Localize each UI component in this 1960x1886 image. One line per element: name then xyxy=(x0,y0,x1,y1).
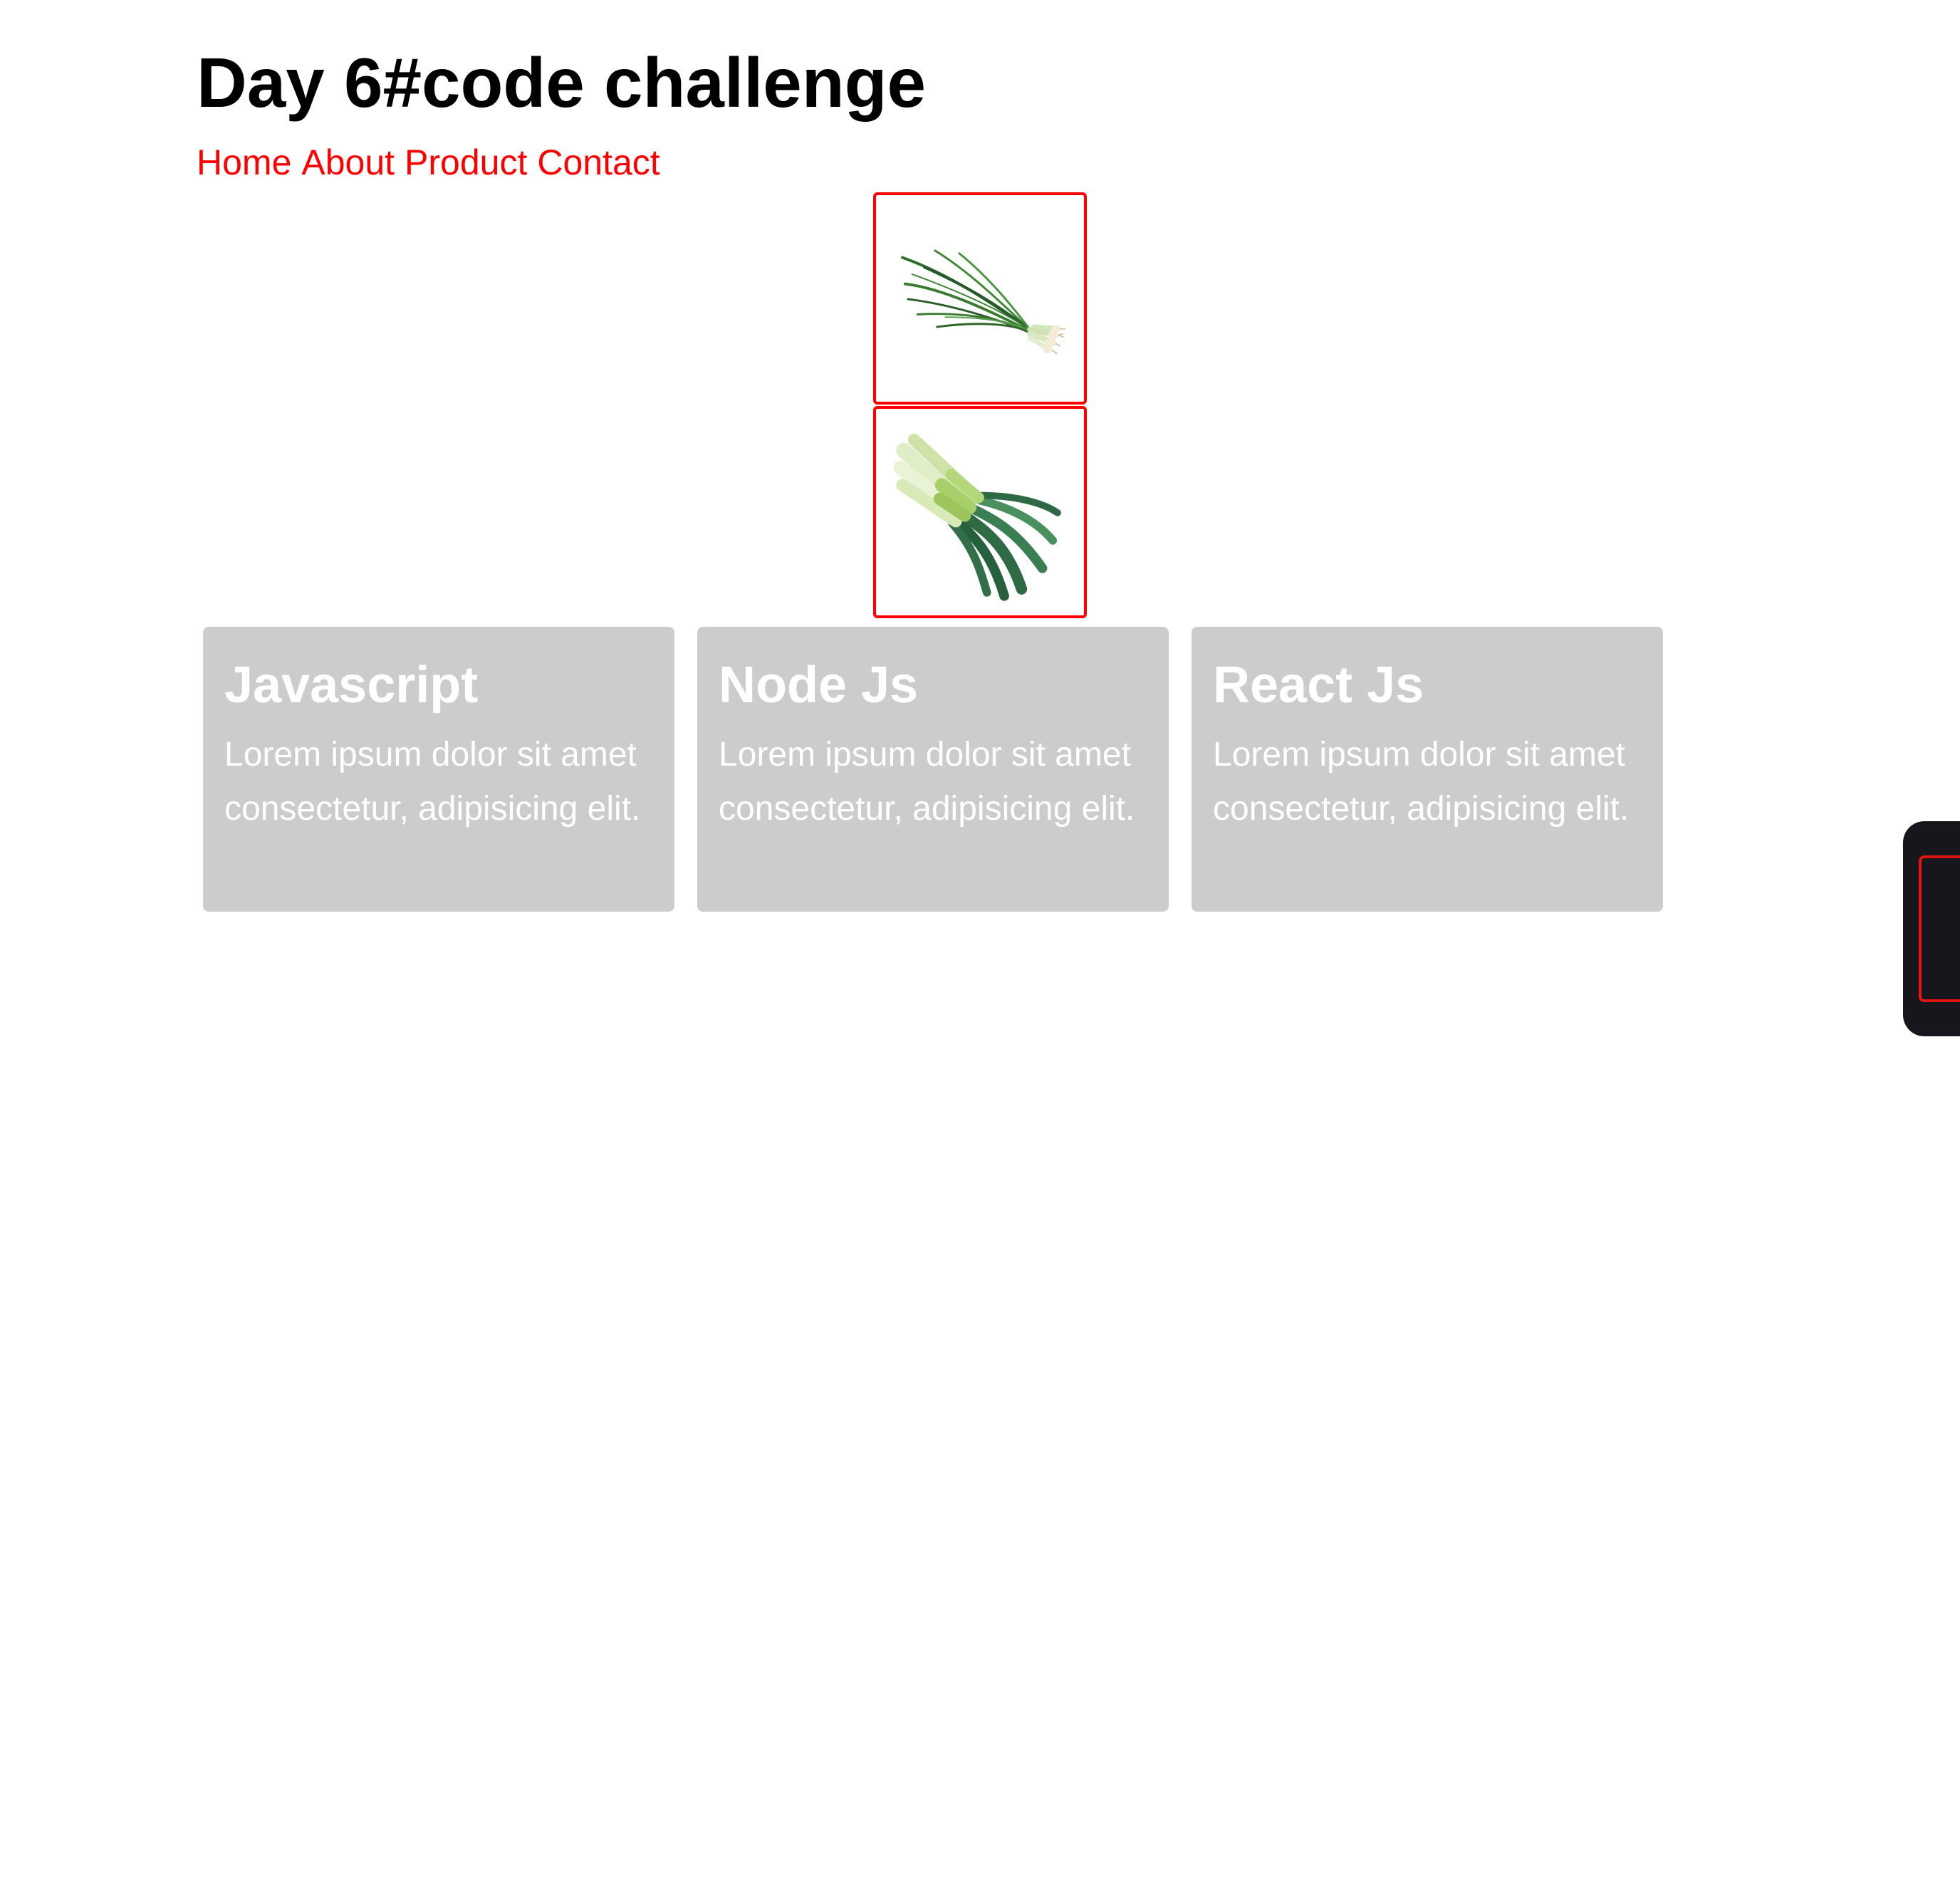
nav-link-home[interactable]: Home xyxy=(197,141,291,184)
page: Day 6#code challenge Home About Product … xyxy=(0,0,1960,1886)
nav-link-about[interactable]: About xyxy=(301,141,395,184)
side-widget-frame[interactable] xyxy=(1919,855,1960,1002)
side-widget[interactable] xyxy=(1903,821,1960,1036)
card-title: React Js xyxy=(1213,657,1424,714)
leek-image-box xyxy=(873,406,1087,618)
leek-image xyxy=(893,434,1061,601)
card-react-js: React Js Lorem ipsum dolor sit amet cons… xyxy=(1192,627,1663,912)
main-nav: Home About Product Contact xyxy=(197,141,660,184)
card-text: Lorem ipsum dolor sit amet consectetur, … xyxy=(719,736,1135,828)
card-title: Javascript xyxy=(224,657,479,714)
nav-link-product[interactable]: Product xyxy=(405,141,527,184)
spring-onion-image-box xyxy=(873,192,1087,405)
card-text: Lorem ipsum dolor sit amet consectetur, … xyxy=(1213,736,1630,828)
page-title: Day 6#code challenge xyxy=(197,43,927,122)
card-node-js: Node Js Lorem ipsum dolor sit amet conse… xyxy=(697,627,1169,912)
spring-onion-image xyxy=(901,249,1065,355)
nav-link-contact[interactable]: Contact xyxy=(537,141,660,184)
card-title: Node Js xyxy=(719,657,919,714)
card-text: Lorem ipsum dolor sit amet consectetur, … xyxy=(224,736,641,828)
card-javascript: Javascript Lorem ipsum dolor sit amet co… xyxy=(203,627,674,912)
